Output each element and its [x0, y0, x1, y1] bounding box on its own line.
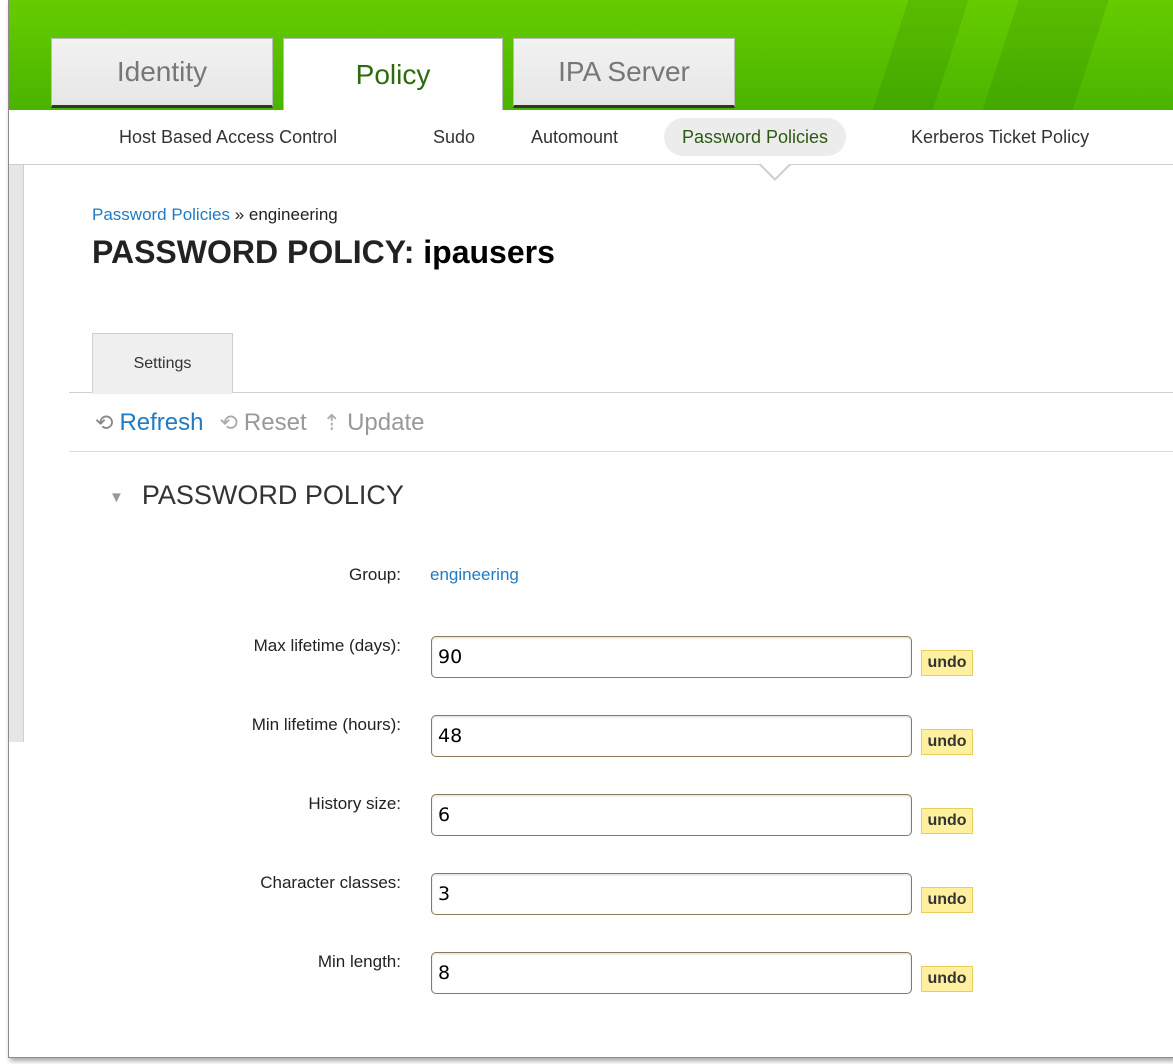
- refresh-label: Refresh: [119, 409, 204, 436]
- subtab-kerberos-ticket-policy[interactable]: Kerberos Ticket Policy: [911, 118, 1089, 156]
- action-bar-divider: [69, 451, 1173, 452]
- min-lifetime-input[interactable]: [431, 715, 912, 757]
- reset-button[interactable]: ⟲ Reset: [219, 409, 306, 437]
- history-size-label: History size:: [308, 794, 401, 813]
- update-icon: ⇡: [322, 410, 342, 435]
- min-lifetime-undo-button[interactable]: undo: [921, 729, 973, 755]
- tab-policy[interactable]: Policy: [283, 38, 503, 111]
- min-length-input[interactable]: [431, 952, 912, 994]
- tab-settings[interactable]: Settings: [92, 333, 233, 393]
- breadcrumb-separator: »: [234, 205, 245, 224]
- page-title-value: ipausers: [423, 234, 555, 270]
- max-lifetime-input[interactable]: [431, 636, 912, 678]
- facet-tab-border: [69, 392, 1173, 393]
- section-title: PASSWORD POLICY: [141, 480, 404, 510]
- action-bar: ⟲ Refresh ⟲ Reset ⇡ Update: [95, 407, 440, 439]
- header-decoration: [859, 0, 979, 110]
- tab-ipa-server[interactable]: IPA Server: [513, 38, 735, 108]
- page-title: PASSWORD POLICY: ipausers: [92, 234, 555, 271]
- active-subtab-pointer-fill: [760, 163, 790, 178]
- reset-icon: ⟲: [219, 410, 238, 435]
- group-label: Group:: [349, 565, 401, 584]
- max-lifetime-label: Max lifetime (days):: [253, 636, 401, 655]
- collapse-triangle-icon[interactable]: ▼: [109, 489, 124, 506]
- character-classes-undo-button[interactable]: undo: [921, 887, 973, 913]
- subtab-hbac[interactable]: Host Based Access Control: [119, 118, 337, 156]
- character-classes-label: Character classes:: [260, 873, 401, 892]
- subtab-password-policies[interactable]: Password Policies: [664, 118, 847, 156]
- min-length-undo-button[interactable]: undo: [921, 966, 973, 992]
- reset-label: Reset: [243, 409, 307, 436]
- group-link[interactable]: engineering: [430, 565, 519, 585]
- character-classes-input[interactable]: [431, 873, 912, 915]
- page-title-prefix: PASSWORD POLICY:: [92, 234, 415, 270]
- sub-navigation: Host Based Access Control Sudo Automount…: [9, 110, 1173, 165]
- min-length-label: Min length:: [317, 952, 401, 971]
- breadcrumb-link-password-policies[interactable]: Password Policies: [92, 205, 230, 224]
- update-label: Update: [347, 409, 425, 436]
- refresh-button[interactable]: ⟲ Refresh: [95, 409, 203, 437]
- max-lifetime-undo-button[interactable]: undo: [921, 650, 973, 676]
- breadcrumb: Password Policies » engineering: [92, 205, 338, 225]
- history-size-undo-button[interactable]: undo: [921, 808, 973, 834]
- subtab-automount[interactable]: Automount: [531, 118, 618, 156]
- history-size-input[interactable]: [431, 794, 912, 836]
- min-lifetime-label: Min lifetime (hours):: [251, 715, 401, 734]
- header-decoration: [969, 0, 1119, 110]
- app-frame: Identity Policy IPA Server Host Based Ac…: [8, 0, 1173, 1058]
- breadcrumb-current: engineering: [248, 205, 338, 224]
- tab-settings-cover: [93, 391, 232, 394]
- tab-identity[interactable]: Identity: [51, 38, 273, 108]
- section-header-password-policy[interactable]: ▼ PASSWORD POLICY: [109, 480, 404, 511]
- subtab-sudo[interactable]: Sudo: [433, 118, 475, 156]
- refresh-icon: ⟲: [95, 410, 114, 435]
- update-button[interactable]: ⇡ Update: [323, 409, 425, 437]
